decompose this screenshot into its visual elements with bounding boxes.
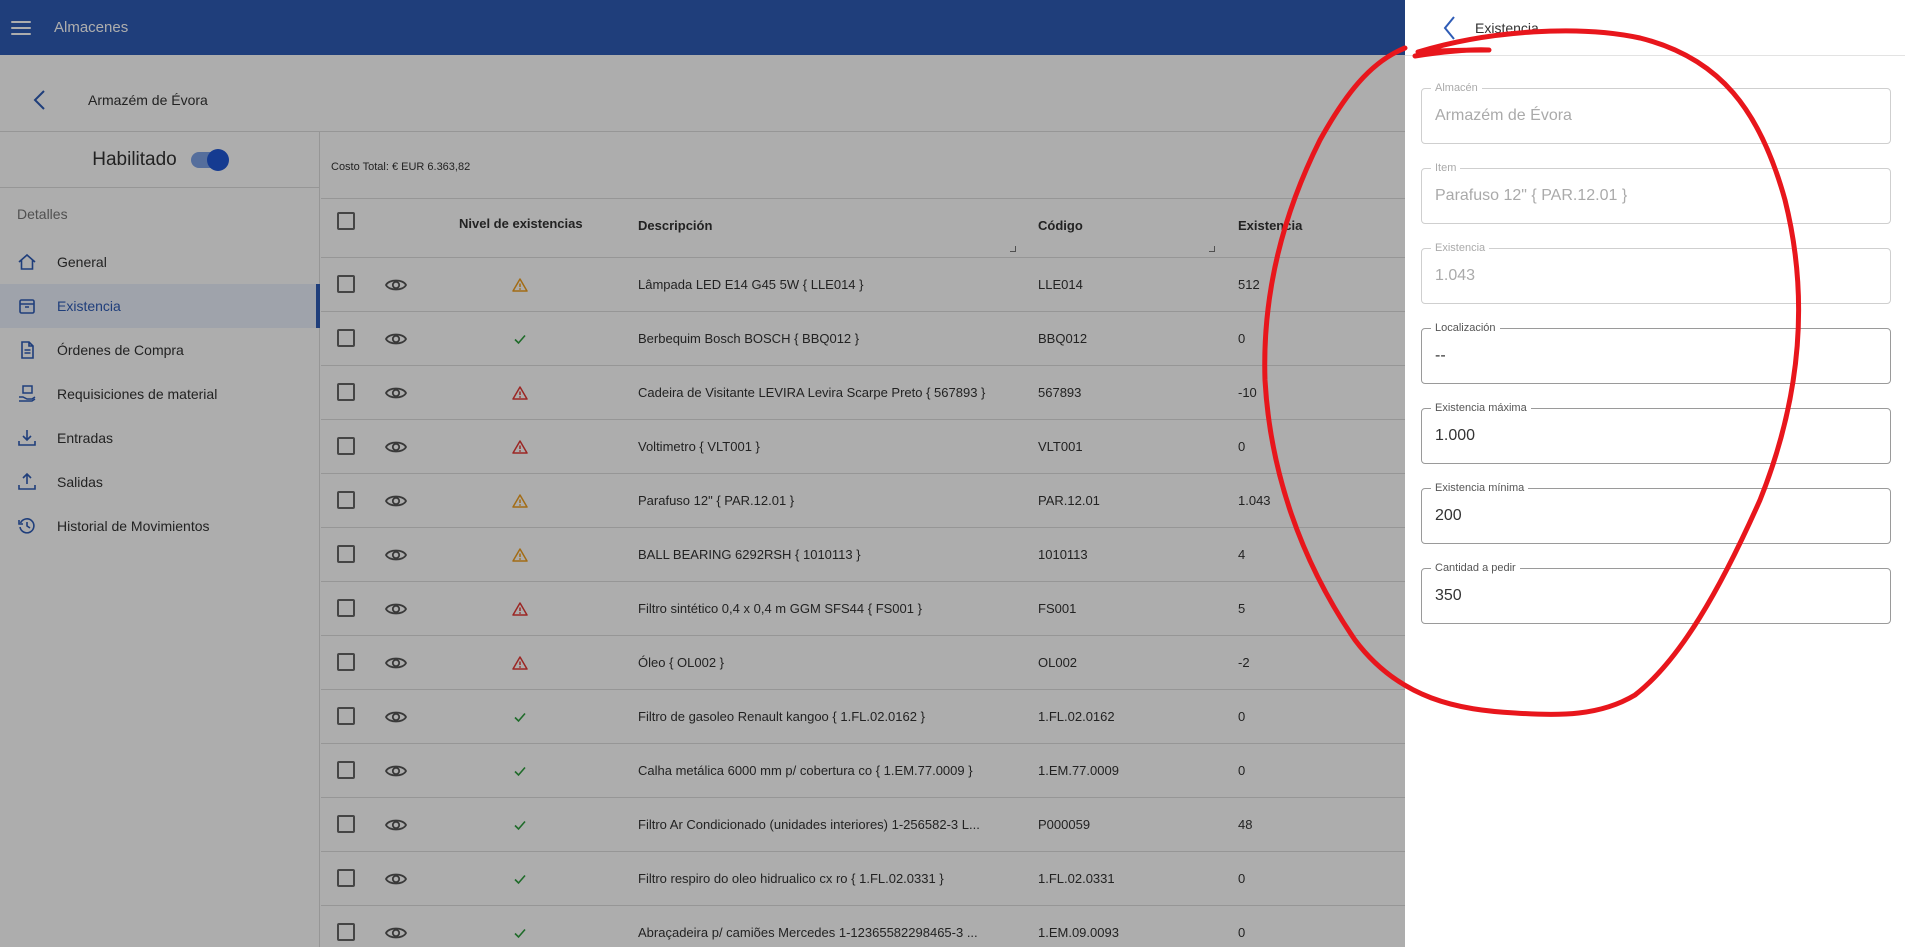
field-value[interactable]: 350: [1435, 587, 1462, 605]
location-field[interactable]: Localización --: [1421, 322, 1891, 384]
max-stock-field[interactable]: Existencia máxima 1.000: [1421, 402, 1891, 464]
chevron-left-icon: [1443, 15, 1455, 40]
field-value[interactable]: 200: [1435, 507, 1462, 525]
field-value: Parafuso 12" { PAR.12.01 }: [1435, 187, 1628, 204]
field-label: Cantidad a pedir: [1431, 562, 1520, 574]
field-label: Item: [1431, 162, 1461, 174]
warehouse-field: Almacén Armazém de Évora: [1421, 82, 1891, 144]
panel-title: Existencia: [1475, 19, 1539, 36]
panel-back-button[interactable]: [1442, 14, 1464, 42]
item-field: Item Parafuso 12" { PAR.12.01 }: [1421, 162, 1891, 224]
min-stock-field[interactable]: Existencia mínima 200: [1421, 482, 1891, 544]
modal-backdrop[interactable]: [0, 0, 1405, 947]
field-value[interactable]: 1.000: [1435, 427, 1475, 445]
field-value: 1.043: [1435, 267, 1476, 284]
field-value: Armazém de Évora: [1435, 107, 1572, 124]
panel-header: Existencia: [1405, 0, 1905, 56]
order-quantity-field[interactable]: Cantidad a pedir 350: [1421, 562, 1891, 624]
stock-field: Existencia 1.043: [1421, 242, 1891, 304]
field-label: Existencia mínima: [1431, 482, 1529, 494]
field-value[interactable]: --: [1435, 347, 1446, 365]
field-label: Existencia máxima: [1431, 402, 1531, 414]
stock-detail-panel: Existencia Almacén Armazém de Évora Item Pa…: [1405, 0, 1905, 947]
field-label: Existencia: [1431, 242, 1490, 254]
field-label: Almacén: [1431, 82, 1482, 94]
field-label: Localización: [1431, 322, 1500, 334]
